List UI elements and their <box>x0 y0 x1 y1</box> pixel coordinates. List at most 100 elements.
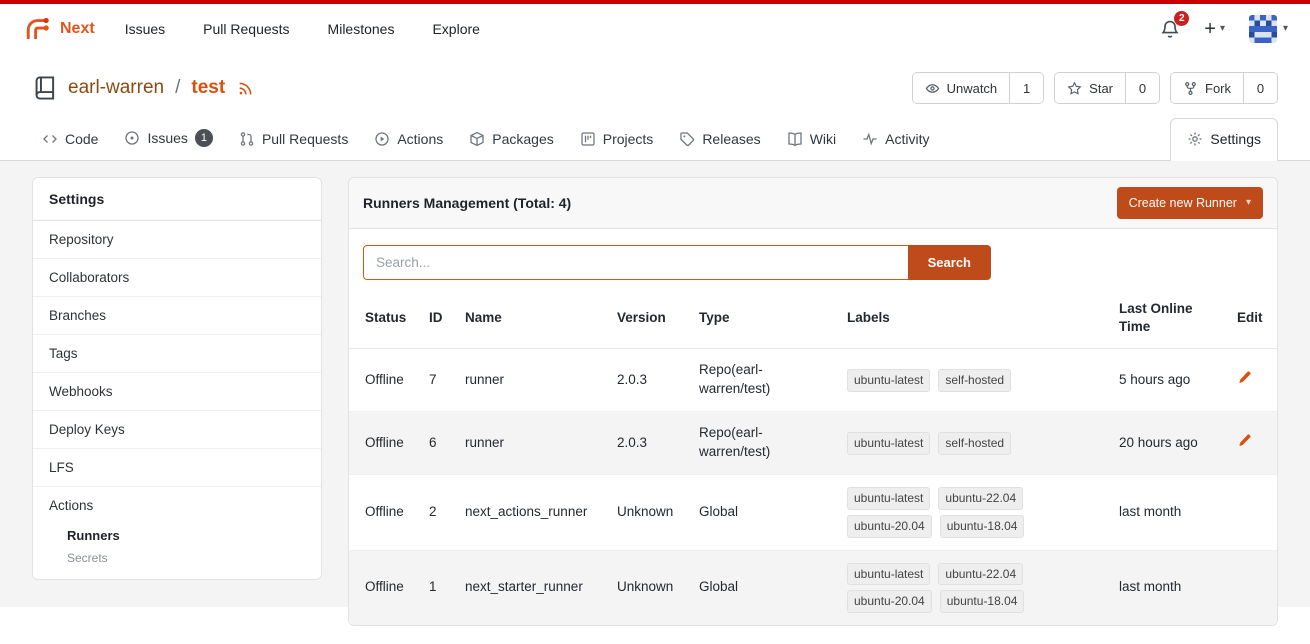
runner-status: Offline <box>349 412 421 475</box>
fork-icon <box>1183 81 1198 96</box>
chevron-down-icon: ▾ <box>1246 198 1251 208</box>
fork-button-group: Fork 0 <box>1170 72 1278 104</box>
runner-status: Offline <box>349 475 421 551</box>
play-circle-icon <box>374 131 390 147</box>
sidebar-item-repository[interactable]: Repository <box>33 221 321 258</box>
edit-runner-button[interactable] <box>1237 370 1252 385</box>
star-button[interactable]: Star <box>1055 73 1125 103</box>
sidebar-item-lfs[interactable]: LFS <box>33 448 321 486</box>
label-chip: ubuntu-latest <box>847 369 930 392</box>
runner-search-form: Search <box>363 245 991 280</box>
col-name: Name <box>457 288 609 349</box>
tab-label: Projects <box>603 131 654 147</box>
fork-button[interactable]: Fork <box>1171 73 1243 103</box>
forgejo-logo-icon <box>22 14 52 44</box>
fork-label: Fork <box>1205 81 1231 96</box>
navbar-right: 2 + ▾ ▾ <box>1160 15 1288 43</box>
table-row: Offline 6 runner 2.0.3 Repo(earl-warren/… <box>349 412 1277 475</box>
sidebar-item-tags[interactable]: Tags <box>33 334 321 372</box>
home-brand-link[interactable]: Next <box>22 14 95 44</box>
chevron-down-icon: ▾ <box>1220 24 1225 34</box>
tab-actions[interactable]: Actions <box>364 120 453 160</box>
label-chip: ubuntu-18.04 <box>940 515 1025 538</box>
package-icon <box>469 131 485 147</box>
issues-count-badge: 1 <box>195 129 213 147</box>
project-board-icon <box>580 131 596 147</box>
sidebar-item-deploy-keys[interactable]: Deploy Keys <box>33 410 321 448</box>
runner-labels: ubuntu-latest self-hosted <box>847 369 1059 392</box>
gear-icon <box>1187 131 1203 147</box>
brand-label: Next <box>60 20 95 38</box>
star-count[interactable]: 0 <box>1125 73 1159 103</box>
repo-owner-link[interactable]: earl-warren <box>68 73 164 103</box>
sidebar-item-branches[interactable]: Branches <box>33 296 321 334</box>
fork-count[interactable]: 0 <box>1243 73 1277 103</box>
col-version: Version <box>609 288 691 349</box>
tab-settings[interactable]: Settings <box>1170 118 1278 161</box>
watch-count[interactable]: 1 <box>1009 73 1043 103</box>
tab-code[interactable]: Code <box>32 120 108 160</box>
user-menu-button[interactable]: ▾ <box>1249 15 1288 43</box>
runner-last-online: last month <box>1111 550 1229 625</box>
label-chip: self-hosted <box>938 369 1011 392</box>
label-chip: ubuntu-22.04 <box>938 563 1023 586</box>
label-chip: ubuntu-latest <box>847 563 930 586</box>
edit-runner-button[interactable] <box>1237 433 1252 448</box>
tab-label: Pull Requests <box>262 131 348 147</box>
table-row: Offline 1 next_starter_runner Unknown Gl… <box>349 550 1277 625</box>
tab-packages[interactable]: Packages <box>459 120 563 160</box>
eye-icon <box>925 81 940 96</box>
sidebar-item-secrets[interactable]: Secrets <box>33 548 321 569</box>
runner-status: Offline <box>349 349 421 412</box>
repo-name-link[interactable]: test <box>191 73 225 103</box>
book-icon <box>787 131 803 147</box>
table-row: Offline 2 next_actions_runner Unknown Gl… <box>349 475 1277 551</box>
runner-last-online: 20 hours ago <box>1111 412 1229 475</box>
repo-title: earl-warren / test <box>32 73 254 103</box>
tab-issues[interactable]: Issues 1 <box>114 118 222 160</box>
create-runner-label: Create new Runner <box>1129 196 1237 210</box>
main-nav: Issues Pull Requests Milestones Explore <box>125 21 480 37</box>
tab-label: Packages <box>492 131 553 147</box>
col-edit: Edit <box>1229 288 1277 349</box>
nav-milestones[interactable]: Milestones <box>328 21 395 37</box>
table-row: Offline 7 runner 2.0.3 Repo(earl-warren/… <box>349 349 1277 412</box>
runners-panel: Runners Management (Total: 4) Create new… <box>348 177 1278 626</box>
runner-type: Repo(earl-warren/test) <box>691 349 839 412</box>
nav-explore[interactable]: Explore <box>432 21 479 37</box>
rss-feed-icon[interactable] <box>237 80 254 97</box>
runner-labels: ubuntu-latest self-hosted <box>847 432 1059 455</box>
search-button[interactable]: Search <box>908 245 991 280</box>
panel-title: Runners Management (Total: 4) <box>363 195 571 211</box>
runner-name: runner <box>457 349 609 412</box>
create-menu-button[interactable]: + ▾ <box>1204 18 1225 41</box>
col-id: ID <box>421 288 457 349</box>
nav-issues[interactable]: Issues <box>125 21 165 37</box>
unwatch-button[interactable]: Unwatch <box>913 73 1010 103</box>
repo-action-buttons: Unwatch 1 Star 0 <box>912 72 1278 104</box>
runner-type: Global <box>691 550 839 625</box>
chevron-down-icon: ▾ <box>1283 24 1288 34</box>
sidebar-item-webhooks[interactable]: Webhooks <box>33 372 321 410</box>
tab-activity[interactable]: Activity <box>852 120 939 160</box>
tab-releases[interactable]: Releases <box>669 120 770 160</box>
sidebar-item-actions[interactable]: Actions <box>33 486 321 524</box>
label-chip: ubuntu-20.04 <box>847 515 932 538</box>
star-button-group: Star 0 <box>1054 72 1160 104</box>
tab-label: Settings <box>1210 131 1261 147</box>
tab-projects[interactable]: Projects <box>570 120 664 160</box>
watch-button-group: Unwatch 1 <box>912 72 1045 104</box>
tab-wiki[interactable]: Wiki <box>777 120 846 160</box>
create-runner-button[interactable]: Create new Runner ▾ <box>1117 187 1263 219</box>
tab-label: Issues <box>147 130 187 146</box>
pulse-icon <box>862 131 878 147</box>
notifications-button[interactable]: 2 <box>1160 19 1180 39</box>
sidebar-item-collaborators[interactable]: Collaborators <box>33 258 321 296</box>
unwatch-label: Unwatch <box>947 81 998 96</box>
search-input[interactable] <box>363 245 908 280</box>
nav-pull-requests[interactable]: Pull Requests <box>203 21 289 37</box>
tab-pull-requests[interactable]: Pull Requests <box>229 120 358 160</box>
tab-label: Releases <box>702 131 760 147</box>
tab-label: Actions <box>397 131 443 147</box>
sidebar-item-runners[interactable]: Runners <box>33 524 321 548</box>
